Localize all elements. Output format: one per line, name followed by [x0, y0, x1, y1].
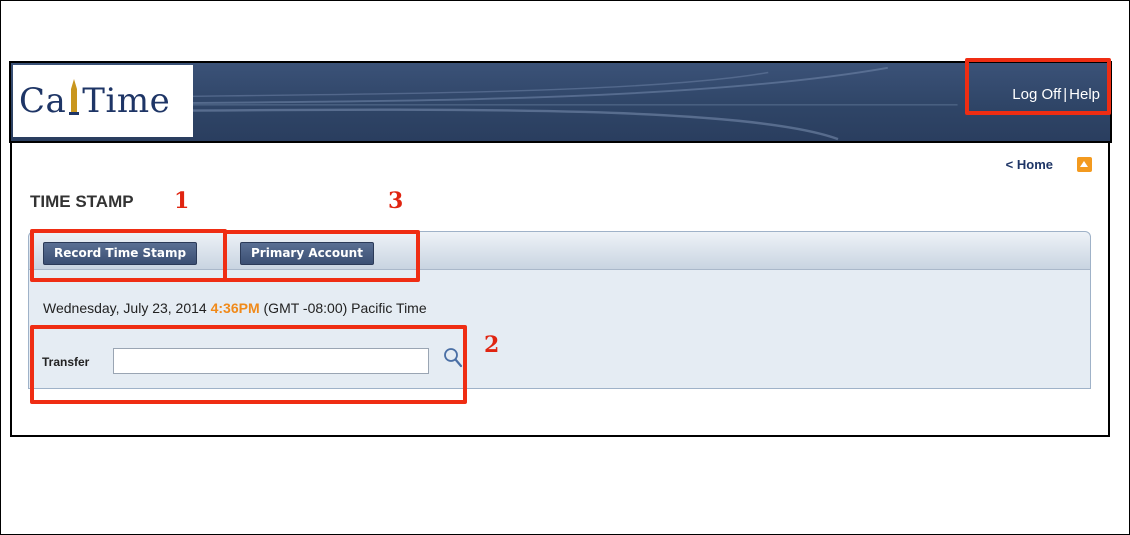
current-date: Wednesday, July 23, 2014: [43, 300, 207, 316]
annotation-box-transfer: [30, 325, 467, 404]
top-nav: < Home: [1006, 157, 1092, 172]
current-datetime: Wednesday, July 23, 2014 4:36PM (GMT -08…: [43, 300, 427, 316]
app-header: Ca Time Log Off | Help: [9, 61, 1112, 143]
logo-text-right: Time: [82, 81, 171, 121]
page-title: TIME STAMP: [30, 192, 134, 211]
annotation-box-logoff-help: [965, 58, 1111, 115]
annotation-box-record-button: [30, 229, 227, 282]
current-time: 4:36PM: [210, 300, 260, 316]
logo-text-left: Ca: [19, 81, 67, 121]
caltime-logo[interactable]: Ca Time: [13, 65, 193, 137]
annotation-number-2: 2: [484, 332, 500, 358]
collapse-up-icon[interactable]: [1077, 157, 1092, 172]
home-link[interactable]: < Home: [1006, 157, 1053, 172]
annotation-number-3: 3: [388, 188, 404, 214]
time-zone: (GMT -08:00) Pacific Time: [263, 300, 427, 316]
tower-icon: [67, 78, 81, 124]
annotation-box-primary-account: [223, 230, 420, 282]
annotation-number-1: 1: [174, 188, 190, 214]
